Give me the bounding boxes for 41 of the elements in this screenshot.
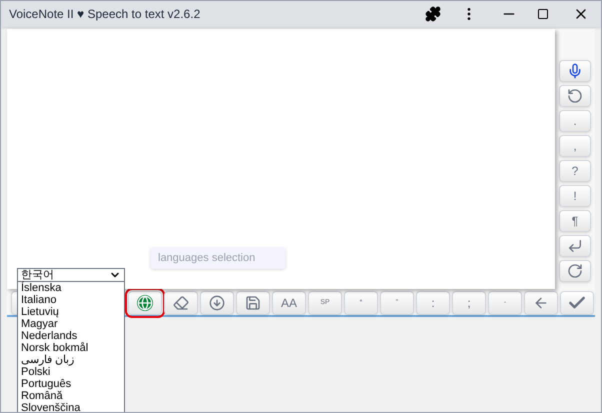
globe-icon	[137, 295, 153, 311]
symbol-button[interactable]: :	[416, 291, 450, 315]
language-option[interactable]: Norsk bokmål	[18, 342, 124, 354]
download-icon	[209, 295, 225, 311]
language-select[interactable]: 한국어	[17, 268, 125, 282]
eraser-icon	[173, 295, 189, 311]
microphone-icon	[567, 63, 583, 79]
language-option[interactable]: زبان فارسی	[18, 354, 124, 366]
enter-button[interactable]	[559, 235, 591, 257]
window-title: VoiceNote II ♥ Speech to text v2.6.2	[9, 6, 202, 23]
language-option[interactable]: Italiano	[18, 294, 124, 306]
undo-icon	[567, 88, 583, 104]
language-option[interactable]: Polski	[18, 366, 124, 378]
save-icon	[245, 295, 261, 311]
save-button[interactable]	[236, 291, 270, 315]
undo-button[interactable]	[559, 85, 591, 107]
symbol-button[interactable]: AA	[272, 291, 306, 315]
punctuation-button[interactable]: !	[559, 185, 591, 207]
symbol-button[interactable]: ;	[452, 291, 486, 315]
punctuation-button[interactable]: ,	[559, 135, 591, 157]
redo-icon	[567, 263, 583, 279]
tooltip: languages selection	[150, 247, 286, 269]
language-option[interactable]: Română	[18, 390, 124, 402]
arrow-button[interactable]	[524, 291, 558, 315]
redo-button[interactable]	[559, 260, 591, 282]
extension-icon[interactable]	[425, 6, 441, 22]
maximize-icon[interactable]	[537, 8, 549, 20]
language-option[interactable]: Slovenščina	[18, 402, 124, 412]
globe-button[interactable]	[128, 291, 162, 315]
language-option[interactable]: Magyar	[18, 318, 124, 330]
language-option[interactable]: Lietuvių	[18, 306, 124, 318]
punctuation-button[interactable]: .	[559, 110, 591, 132]
language-option[interactable]: Português	[18, 378, 124, 390]
enter-icon	[567, 238, 583, 254]
download-button[interactable]	[200, 291, 234, 315]
check-button[interactable]	[560, 291, 594, 315]
punctuation-button[interactable]: ¶	[559, 210, 591, 232]
punctuation-button[interactable]: ?	[559, 160, 591, 182]
eraser-button[interactable]	[164, 291, 198, 315]
mic-button[interactable]	[559, 60, 591, 82]
language-option[interactable]: Nederlands	[18, 330, 124, 342]
